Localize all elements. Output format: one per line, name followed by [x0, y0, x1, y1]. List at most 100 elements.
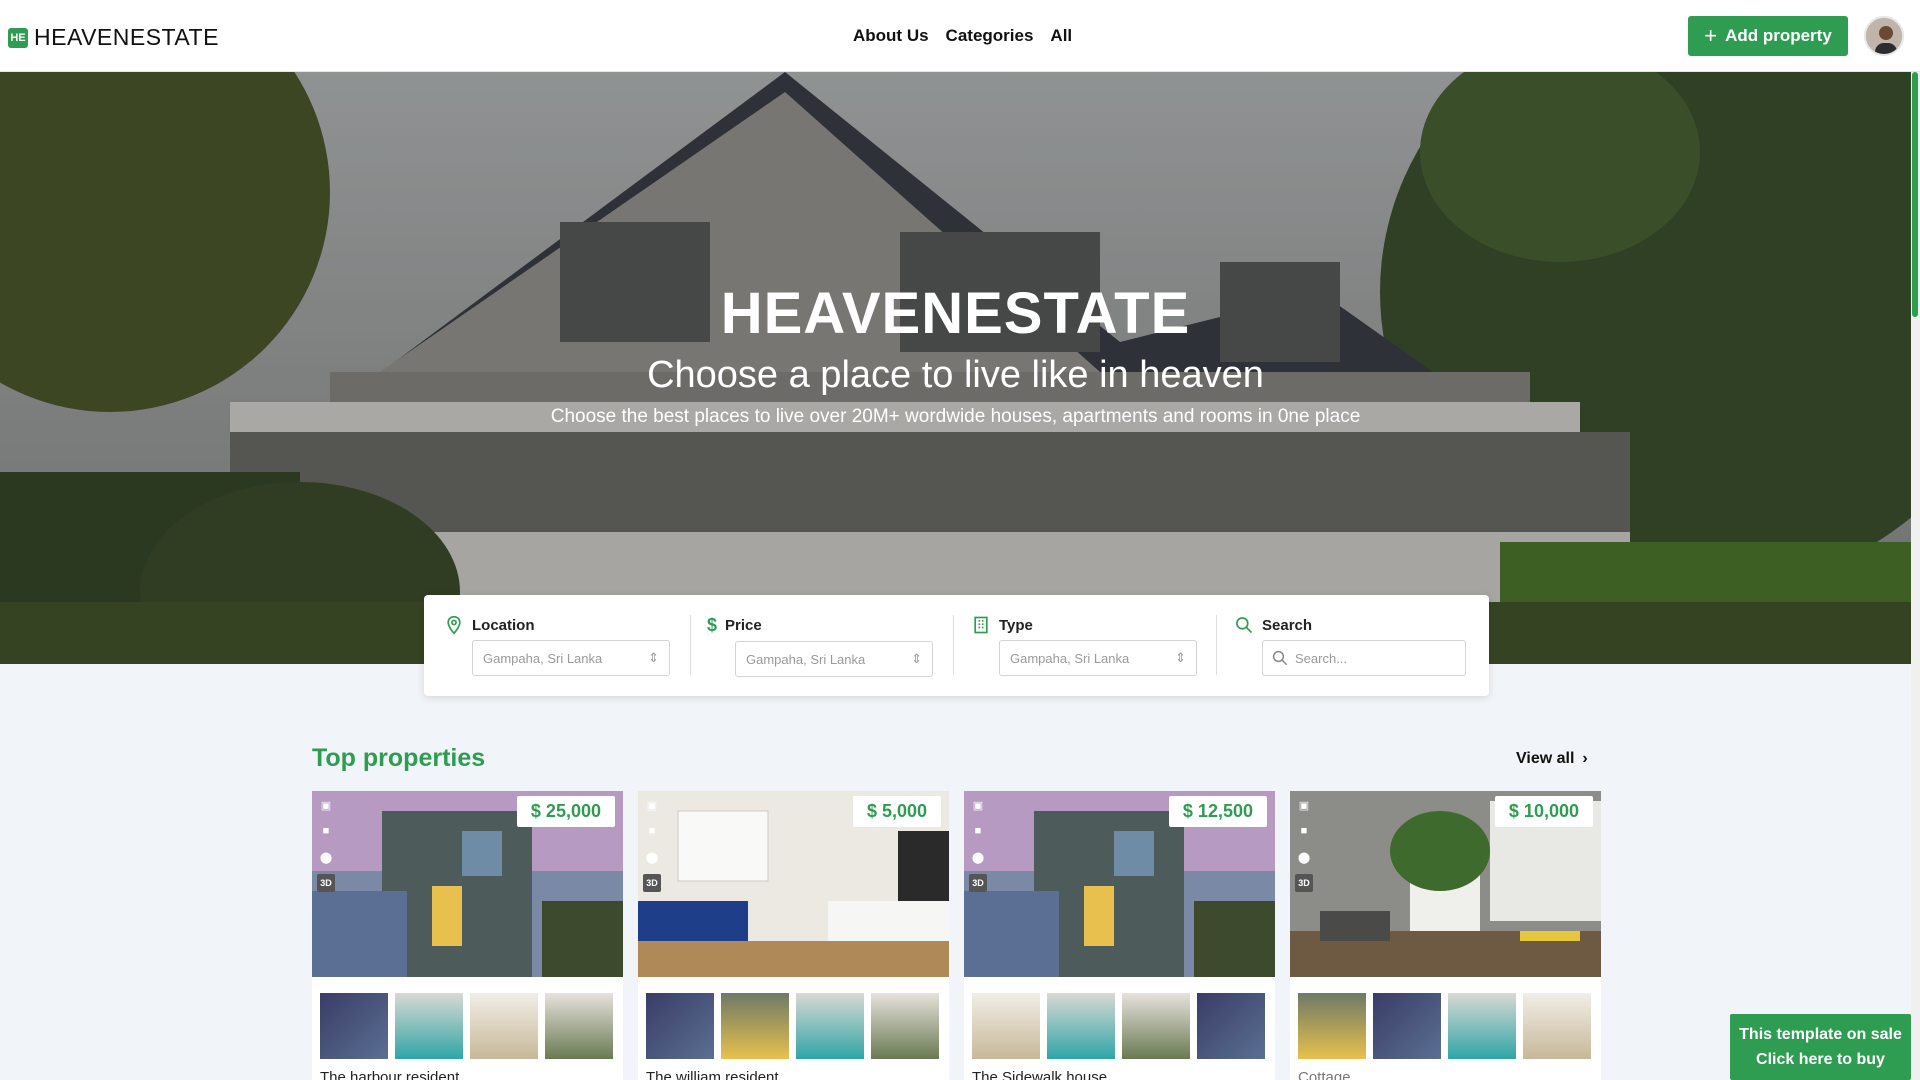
search-bar: Location Gampaha, Sri Lanka ⇕ $ Price Ga…: [424, 595, 1489, 696]
brand-logo[interactable]: HE HEAVENESTATE: [8, 24, 219, 51]
chevron-right-icon: ›: [1582, 750, 1588, 767]
thumbnail[interactable]: [721, 993, 789, 1059]
property-card[interactable]: ▣ ■ ⬤ 3D $ 10,000 Cottage: [1290, 791, 1601, 1080]
thumbnail[interactable]: [796, 993, 864, 1059]
divider: [953, 615, 954, 675]
price-filter: $ Price Gampaha, Sri Lanka ⇕: [707, 615, 933, 677]
image-icon[interactable]: ▣: [317, 796, 335, 814]
video-icon[interactable]: ■: [643, 822, 661, 840]
price-tag: $ 5,000: [852, 796, 941, 827]
promo-line-1: This template on sale: [1739, 1026, 1902, 1043]
thumbnail[interactable]: [1122, 993, 1190, 1059]
nav-link-all[interactable]: All: [1050, 26, 1072, 46]
thumbnail[interactable]: [972, 993, 1040, 1059]
page-scrollbar-thumb[interactable]: [1912, 72, 1918, 317]
thumbnail[interactable]: [871, 993, 939, 1059]
location-pin-icon[interactable]: ⬤: [969, 848, 987, 866]
divider: [1216, 615, 1217, 675]
hero-description: Choose the best places to live over 20M+…: [550, 406, 1361, 427]
video-icon[interactable]: ■: [317, 822, 335, 840]
view-all-link[interactable]: View all ›: [1516, 750, 1588, 768]
thumbnail[interactable]: [646, 993, 714, 1059]
property-image[interactable]: ▣ ■ ⬤ 3D $ 5,000: [638, 791, 949, 977]
view-all-label: View all: [1516, 750, 1575, 767]
property-image[interactable]: ▣ ■ ⬤ 3D $ 10,000: [1290, 791, 1601, 977]
section-title: Top properties: [312, 744, 486, 772]
type-select[interactable]: Gampaha, Sri Lanka ⇕: [999, 640, 1197, 676]
nav-link-categories[interactable]: Categories: [946, 26, 1034, 46]
add-property-label: Add property: [1725, 26, 1832, 45]
media-icons: ▣ ■ ⬤ 3D: [317, 796, 335, 892]
price-tag: $ 10,000: [1494, 796, 1593, 827]
nav-links: About Us Categories All: [853, 26, 1072, 46]
video-icon[interactable]: ■: [1295, 822, 1313, 840]
thumbnail[interactable]: [395, 993, 463, 1059]
media-icons: ▣ ■ ⬤ 3D: [969, 796, 987, 892]
avatar[interactable]: [1864, 16, 1904, 56]
thumbnail[interactable]: [1448, 993, 1516, 1059]
search-input[interactable]: Search...: [1262, 640, 1466, 676]
property-card[interactable]: ▣ ■ ⬤ 3D $ 25,000 The harbour resident: [312, 791, 623, 1080]
3d-badge[interactable]: 3D: [1295, 874, 1313, 892]
price-label: Price: [725, 617, 762, 634]
search-icon: [1236, 617, 1253, 634]
nav-link-about[interactable]: About Us: [853, 26, 929, 46]
divider: [690, 615, 691, 675]
property-card[interactable]: ▣ ■ ⬤ 3D $ 5,000 The william resident: [638, 791, 949, 1080]
price-select[interactable]: Gampaha, Sri Lanka ⇕: [735, 641, 933, 677]
thumbnail[interactable]: [320, 993, 388, 1059]
video-icon[interactable]: ■: [969, 822, 987, 840]
search-filter: Search Search...: [1234, 615, 1466, 676]
promo-line-2: Click here to buy: [1756, 1051, 1885, 1068]
3d-badge[interactable]: 3D: [969, 874, 987, 892]
thumbnail[interactable]: [1373, 993, 1441, 1059]
thumbnail[interactable]: [1197, 993, 1265, 1059]
thumbnail[interactable]: [1523, 993, 1591, 1059]
promo-buy-button[interactable]: This template on sale Click here to buy: [1730, 1014, 1911, 1080]
media-icons: ▣ ■ ⬤ 3D: [643, 796, 661, 892]
image-icon[interactable]: ▣: [643, 796, 661, 814]
updown-chevron-icon: ⇕: [1175, 650, 1186, 665]
property-image[interactable]: ▣ ■ ⬤ 3D $ 12,500: [964, 791, 1275, 977]
user-avatar-icon: [1866, 18, 1902, 54]
property-name[interactable]: The Sidewalk house: [964, 1059, 1275, 1080]
updown-chevron-icon: ⇕: [911, 651, 922, 666]
dollar-icon: $: [707, 615, 718, 635]
thumbnail-strip: [638, 977, 949, 1059]
hero-subtitle: Choose a place to live like in heaven: [647, 354, 1264, 396]
type-value: Gampaha, Sri Lanka: [1010, 650, 1130, 666]
search-icon: [1272, 650, 1288, 666]
logo-badge: HE: [8, 27, 28, 48]
location-pin-icon[interactable]: ⬤: [643, 848, 661, 866]
search-label: Search: [1262, 616, 1313, 634]
media-icons: ▣ ■ ⬤ 3D: [1295, 796, 1313, 892]
location-pin-icon[interactable]: ⬤: [1295, 848, 1313, 866]
3d-badge[interactable]: 3D: [643, 874, 661, 892]
building-icon: [974, 616, 988, 634]
location-select[interactable]: Gampaha, Sri Lanka ⇕: [472, 640, 670, 676]
thumbnail-strip: [1290, 977, 1601, 1059]
property-card[interactable]: ▣ ■ ⬤ 3D $ 12,500 The Sidewalk house: [964, 791, 1275, 1080]
add-property-button[interactable]: + Add property: [1688, 16, 1848, 56]
thumbnail[interactable]: [1047, 993, 1115, 1059]
search-placeholder: Search...: [1295, 650, 1348, 666]
property-name[interactable]: Cottage: [1290, 1059, 1601, 1080]
image-icon[interactable]: ▣: [1295, 796, 1313, 814]
property-image[interactable]: ▣ ■ ⬤ 3D $ 25,000: [312, 791, 623, 977]
thumbnail-strip: [312, 977, 623, 1059]
location-pin-icon[interactable]: ⬤: [317, 848, 335, 866]
thumbnail[interactable]: [470, 993, 538, 1059]
thumbnail[interactable]: [1298, 993, 1366, 1059]
property-name[interactable]: The harbour resident: [312, 1059, 623, 1080]
image-icon[interactable]: ▣: [969, 796, 987, 814]
location-value: Gampaha, Sri Lanka: [483, 650, 603, 666]
3d-badge[interactable]: 3D: [317, 874, 335, 892]
property-name[interactable]: The william resident: [638, 1059, 949, 1080]
type-label: Type: [999, 616, 1033, 634]
thumbnail[interactable]: [545, 993, 613, 1059]
thumbnail-strip: [964, 977, 1275, 1059]
price-tag: $ 25,000: [516, 796, 615, 827]
location-pin-icon: [447, 615, 461, 635]
type-filter: Type Gampaha, Sri Lanka ⇕: [971, 615, 1197, 676]
updown-chevron-icon: ⇕: [648, 650, 659, 665]
